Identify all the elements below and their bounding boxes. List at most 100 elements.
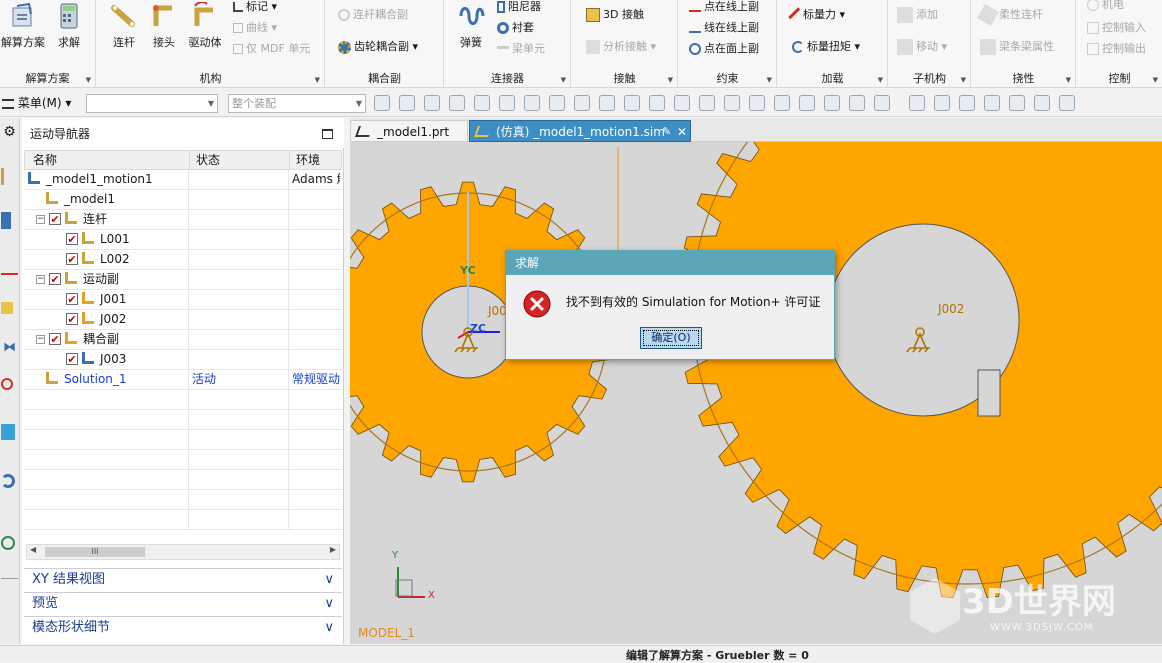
gear-model-graphics[interactable]	[350, 142, 1162, 644]
move-button[interactable]: 移动 ▾	[897, 38, 947, 56]
collapse-toggle-icon[interactable]: −	[36, 335, 45, 344]
circle-center-icon[interactable]	[749, 95, 765, 111]
maximize-icon[interactable]	[322, 129, 333, 139]
group-dropdown-icon[interactable]: ▼	[767, 76, 772, 84]
beam-prop-button[interactable]: 梁条梁属性	[980, 38, 1054, 56]
angle-line-icon[interactable]	[599, 95, 615, 111]
tab-model-prt[interactable]: _model1.prt	[350, 120, 468, 142]
menu-button[interactable]: 菜单(M) ▾	[2, 94, 71, 111]
group-dropdown-icon[interactable]: ▼	[315, 76, 320, 84]
wireframe-icon[interactable]	[549, 95, 565, 111]
role-icon[interactable]	[1, 578, 18, 582]
analysis-contact-button[interactable]: 分析接触 ▾	[586, 38, 656, 56]
select-box-icon[interactable]	[424, 95, 440, 111]
tangent-icon[interactable]	[699, 95, 715, 111]
tree-row[interactable]: ✔ J002	[24, 310, 342, 330]
solution-button[interactable]: 解算方案	[0, 2, 46, 50]
constraint-navigator-icon[interactable]	[1, 258, 18, 275]
layout-icon[interactable]	[1034, 95, 1050, 111]
sphere-icon[interactable]	[474, 95, 490, 111]
process-studio-icon[interactable]	[1, 536, 15, 550]
edit-icon[interactable]: ✎	[662, 121, 671, 143]
ctrl-out-button[interactable]: 控制输出	[1087, 40, 1146, 58]
tree-row[interactable]: − ✔ 连杆	[24, 210, 342, 230]
group-dropdown-icon[interactable]: ▼	[668, 76, 673, 84]
link-button[interactable]: 连杆	[105, 2, 143, 50]
tree-row[interactable]: Solution_1 活动 常规驱动	[24, 370, 342, 390]
quadrant-icon[interactable]	[799, 95, 815, 111]
solve-button[interactable]: 求解	[52, 2, 86, 50]
tree-row[interactable]: − ✔ 耦合副	[24, 330, 342, 350]
group-dropdown-icon[interactable]: ▼	[1066, 76, 1071, 84]
shaded-cube-icon[interactable]	[499, 95, 515, 111]
visibility-checkbox[interactable]: ✔	[66, 313, 78, 325]
point-on-face-button[interactable]: 点在面上副	[689, 40, 759, 58]
driver-button[interactable]: 驱动体	[185, 2, 225, 50]
grid-icon[interactable]	[874, 95, 890, 111]
contact3d-button[interactable]: 3D 接触	[586, 6, 644, 24]
type-filter-combo[interactable]: ▼	[86, 94, 218, 113]
arrow-icon[interactable]	[399, 95, 415, 111]
link-coupler-button[interactable]: 连杆耦合副	[338, 6, 408, 24]
plus-icon[interactable]	[774, 95, 790, 111]
group-dropdown-icon[interactable]: ▼	[1153, 76, 1158, 84]
settings-icon[interactable]: ⚙	[1, 124, 18, 141]
flex-link-button[interactable]: 柔性连杆	[977, 4, 1043, 26]
circle-point-icon[interactable]	[724, 95, 740, 111]
spline-icon[interactable]	[649, 95, 665, 111]
tree-row[interactable]: _model1_motion1 Adams 解	[24, 170, 342, 190]
tree-row[interactable]: ✔ L002	[24, 250, 342, 270]
tree-row[interactable]: ✔ J003	[24, 350, 342, 370]
visibility-checkbox[interactable]: ✔	[66, 253, 78, 265]
ok-button[interactable]: 确定(O)	[640, 327, 702, 349]
damper-button[interactable]: 阻尼器	[497, 0, 541, 16]
column-environment[interactable]: 环境	[289, 151, 320, 169]
tab-motion-sim[interactable]: (仿真) _model1_motion1.sim ✎ ✕	[469, 120, 691, 142]
scroll-left-icon[interactable]: ◀	[30, 545, 36, 554]
bushing-button[interactable]: 衬套	[497, 19, 534, 37]
fit-icon[interactable]	[909, 95, 925, 111]
view-icon[interactable]	[934, 95, 950, 111]
column-name[interactable]: 名称	[33, 151, 57, 169]
collapse-toggle-icon[interactable]: −	[36, 275, 45, 284]
scroll-right-icon[interactable]: ▶	[330, 545, 336, 554]
spring-button[interactable]: 弹簧	[451, 2, 491, 50]
horizontal-scrollbar[interactable]: ◀ III ▶	[26, 544, 340, 560]
panel-preview[interactable]: 预览 ∨	[24, 592, 342, 614]
panel-xy-result-view[interactable]: XY 结果视图 ∨	[24, 568, 342, 590]
curve-icon[interactable]	[624, 95, 640, 111]
column-status[interactable]: 状态	[189, 151, 220, 169]
group-dropdown-icon[interactable]: ▼	[878, 76, 883, 84]
scroll-thumb[interactable]: III	[45, 547, 145, 557]
palette-icon[interactable]	[1, 424, 15, 440]
line-on-line-button[interactable]: 线在线上副	[689, 19, 759, 37]
group-dropdown-icon[interactable]: ▼	[86, 76, 91, 84]
paint-icon[interactable]	[984, 95, 1000, 111]
visibility-checkbox[interactable]: ✔	[49, 333, 61, 345]
tree-row[interactable]: ✔ L001	[24, 230, 342, 250]
visibility-checkbox[interactable]: ✔	[49, 273, 61, 285]
panel-mode-shape-detail[interactable]: 模态形状细节 ∨	[24, 616, 342, 638]
scalar-torque-button[interactable]: 标量扭矩 ▾	[792, 38, 860, 56]
rotate-icon[interactable]	[959, 95, 975, 111]
collapse-toggle-icon[interactable]: −	[36, 215, 45, 224]
graphics-viewport[interactable]: YC ZC J00 J002 Y X MODEL_1 3D世界网 WWW.3DS…	[350, 142, 1162, 644]
mdf-button[interactable]: 仅 MDF 单元	[233, 40, 310, 58]
point-on-line-button[interactable]: 点在线上副	[689, 0, 759, 16]
layer-icon[interactable]	[1009, 95, 1025, 111]
intersection-icon[interactable]	[849, 95, 865, 111]
gear-coupler-button[interactable]: 齿轮耦合副 ▾	[338, 38, 418, 56]
motion-navigator-icon[interactable]	[1, 168, 18, 185]
assembly-navigator-icon[interactable]	[1, 302, 13, 314]
line-icon[interactable]	[574, 95, 590, 111]
cube-icon[interactable]	[524, 95, 540, 111]
visibility-checkbox[interactable]: ✔	[66, 233, 78, 245]
curve-button[interactable]: 曲线 ▾	[233, 19, 277, 37]
add-button[interactable]: 添加	[897, 6, 938, 24]
edge-icon[interactable]	[824, 95, 840, 111]
assembly-filter-combo[interactable]: 整个装配 ▼	[228, 94, 366, 113]
history-icon[interactable]	[1, 378, 13, 390]
close-icon[interactable]: ✕	[677, 121, 687, 143]
reuse-library-icon[interactable]: ⧓	[1, 340, 18, 357]
snap-icon[interactable]	[374, 95, 390, 111]
